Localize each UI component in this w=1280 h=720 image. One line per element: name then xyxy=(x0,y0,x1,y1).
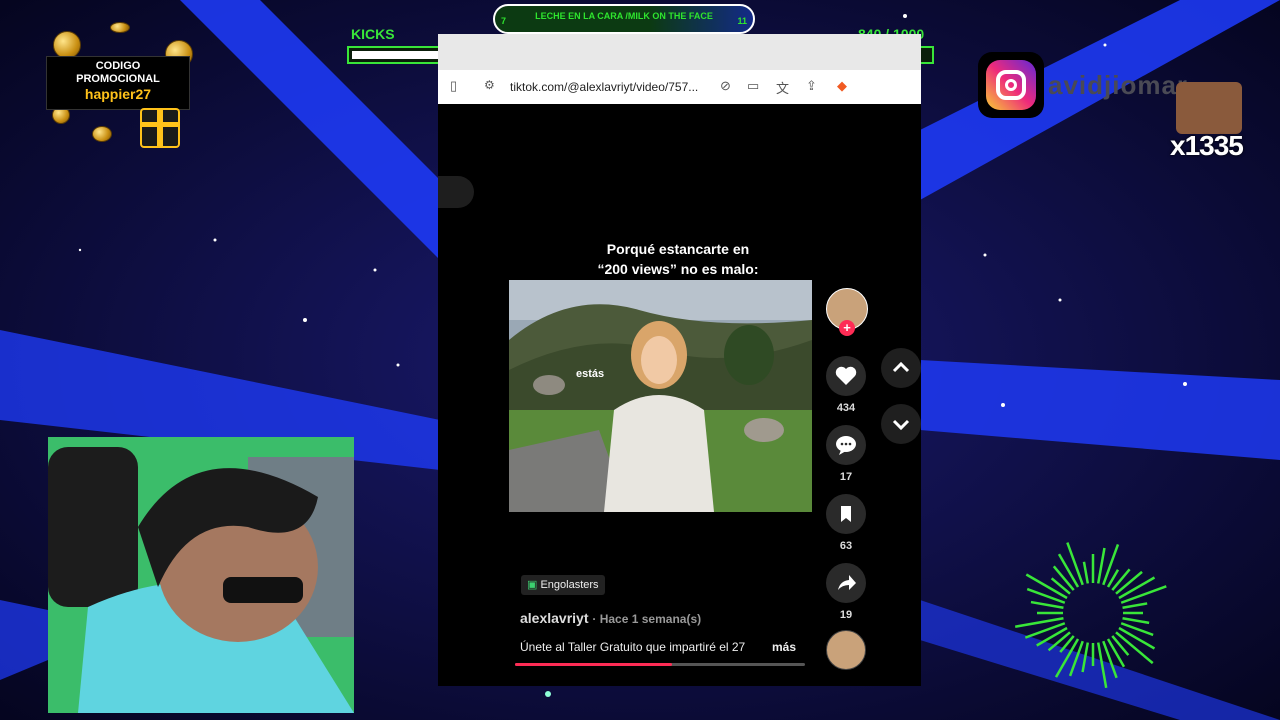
visualizer-ray xyxy=(1066,542,1084,586)
webcam-image xyxy=(48,437,354,713)
browser-tab-strip xyxy=(438,34,921,70)
promo-code: happier27 xyxy=(84,86,152,102)
video-overlay-word: estás xyxy=(576,368,605,380)
promo-label: CODIGO xyxy=(95,60,141,72)
visualizer-ray xyxy=(1026,587,1066,604)
video-player[interactable]: estás xyxy=(509,280,812,512)
next-video-button[interactable] xyxy=(881,404,921,444)
coin-icon xyxy=(53,31,81,59)
share-button[interactable] xyxy=(826,563,866,603)
like-button[interactable] xyxy=(826,356,866,396)
visualizer-ray xyxy=(1082,561,1090,584)
goal-left-count: 7 xyxy=(501,16,507,26)
visualizer-ray xyxy=(1111,568,1131,591)
heart-icon xyxy=(835,366,857,385)
save-button[interactable] xyxy=(826,494,866,534)
more-link[interactable]: más xyxy=(772,640,796,654)
audio-visualizer xyxy=(1014,542,1167,688)
like-count: 434 xyxy=(836,402,856,414)
video-frame xyxy=(509,280,812,512)
promo-label: PROMOCIONAL xyxy=(76,73,160,85)
address-bar[interactable]: ▯ ⚙ tiktok.com/@alexlavriyt/video/757...… xyxy=(438,70,921,104)
share-count: 19 xyxy=(839,609,853,621)
visualizer-ray xyxy=(1102,543,1120,586)
bookmark-icon xyxy=(841,506,851,522)
post-author-line: alexlavriyt · Hace 1 semana(s) xyxy=(520,610,701,626)
emote-badge xyxy=(1176,82,1242,134)
post-time: · Hace 1 semana(s) xyxy=(592,612,702,626)
no-tracking-icon[interactable]: ⊘ xyxy=(720,78,731,94)
goal-title: LECHE EN LA CARA /MILK ON THE FACE xyxy=(535,11,713,21)
visualizer-ray xyxy=(1024,622,1066,639)
webcam-feed xyxy=(48,437,354,713)
badge-number: x1335 xyxy=(1170,130,1244,161)
comment-icon xyxy=(836,436,856,455)
instagram-icon xyxy=(978,52,1044,118)
goal-pill: 7 LECHE EN LA CARA /MILK ON THE FACE 11 xyxy=(493,4,755,34)
coin-icon xyxy=(110,22,130,33)
visualizer-ray xyxy=(1120,585,1167,604)
instagram-handle: avidjiomar xyxy=(1048,70,1189,100)
side-handle[interactable] xyxy=(438,176,474,208)
goal-right-count: 11 xyxy=(737,16,747,26)
cast-icon[interactable]: ▭ xyxy=(747,78,759,94)
save-count: 63 xyxy=(839,540,853,552)
share-arrow-icon xyxy=(838,575,856,590)
visualizer-ray xyxy=(1052,565,1075,591)
share-icon[interactable]: ⇪ xyxy=(806,78,817,94)
follow-plus-icon[interactable]: + xyxy=(839,320,855,336)
visualizer-ray xyxy=(1068,640,1084,677)
translate-icon[interactable]: 文 xyxy=(776,78,789,97)
author-name[interactable]: alexlavriyt xyxy=(520,610,589,626)
visualizer-ray xyxy=(1096,547,1106,584)
visualizer-ray xyxy=(1102,640,1118,679)
brave-shield-icon[interactable]: ◆ xyxy=(837,78,847,94)
kicks-label: KICKS xyxy=(351,26,395,42)
visualizer-ray xyxy=(1030,600,1064,610)
chevron-down-icon xyxy=(892,419,910,431)
post-description: Únete al Taller Gratuito que impartiré e… xyxy=(520,640,746,654)
chevron-up-icon xyxy=(892,361,910,373)
location-name: Engolasters xyxy=(540,579,599,591)
browser-window: ▯ ⚙ tiktok.com/@alexlavriyt/video/757...… xyxy=(438,34,921,686)
gift-icon xyxy=(140,108,180,148)
site-settings-icon[interactable]: ⚙ xyxy=(484,78,495,92)
previous-video-button[interactable] xyxy=(881,348,921,388)
sound-avatar[interactable] xyxy=(826,630,866,670)
caption-line: Porqué estancarte en xyxy=(606,241,750,257)
coin-icon xyxy=(92,126,112,142)
visualizer-ray xyxy=(1081,642,1090,673)
location-icon: ▣ xyxy=(527,579,541,591)
url-text[interactable]: tiktok.com/@alexlavriyt/video/757... xyxy=(510,80,698,94)
visualizer-ray xyxy=(1122,602,1148,610)
promo-code-panel: CODIGO PROMOCIONAL happier27 xyxy=(46,56,190,110)
video-progress-bar[interactable] xyxy=(515,663,805,666)
comment-count: 17 xyxy=(839,471,853,483)
visualizer-ray xyxy=(1047,631,1071,652)
video-progress-fill xyxy=(515,663,672,666)
bookmark-icon[interactable]: ▯ xyxy=(450,78,457,94)
caption-line: “200 views” no es malo: xyxy=(597,261,759,277)
location-tag[interactable]: ▣ Engolasters xyxy=(521,575,605,595)
visualizer-ray xyxy=(1122,616,1150,625)
video-caption: Porqué estancarte en “200 views” no es m… xyxy=(568,239,788,279)
comment-button[interactable] xyxy=(826,425,866,465)
